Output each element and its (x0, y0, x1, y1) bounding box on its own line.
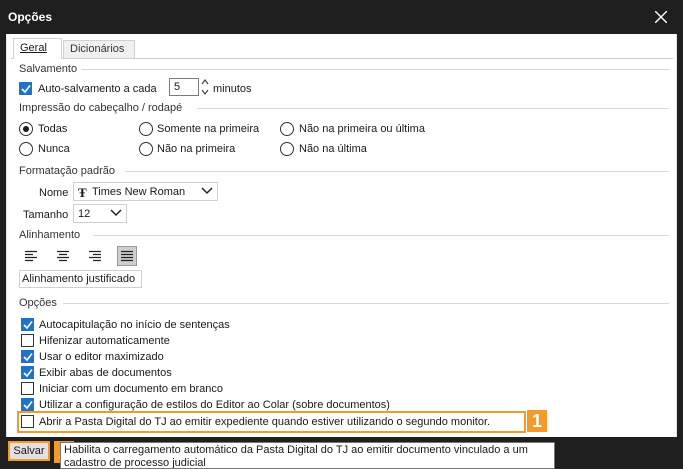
save-button[interactable]: Salvar (8, 441, 50, 461)
option-checkbox-estilos-colar[interactable] (21, 398, 34, 411)
spin-up-icon (201, 79, 209, 85)
section-opcoes: Opções (19, 297, 669, 309)
align-left-button[interactable] (21, 246, 41, 266)
radio-somente-primeira[interactable] (139, 122, 153, 136)
radio-nao-primeira-ultima-label: Não na primeira ou última (299, 123, 425, 135)
option-label: Utilizar a configuração de estilos do Ed… (39, 399, 390, 411)
font-size-select[interactable]: 12 (73, 204, 127, 223)
option-checkbox-documento-branco[interactable] (21, 382, 34, 395)
window-title: Opções (8, 10, 53, 24)
radio-todas-label: Todas (38, 123, 68, 135)
spin-down-icon (201, 89, 209, 95)
section-divider (197, 108, 669, 109)
check-icon (23, 369, 33, 378)
section-divider (125, 171, 669, 172)
check-icon (23, 353, 33, 362)
radio-nao-ultima[interactable] (280, 142, 294, 156)
radio-nunca-label: Nunca (38, 143, 70, 155)
tab-divider (11, 58, 673, 59)
option-label: Hifenizar automaticamente (39, 335, 170, 347)
section-alinhamento: Alinhamento (19, 229, 669, 241)
align-justify-icon (121, 250, 133, 262)
section-impressao: Impressão do cabeçalho / rodapé (19, 102, 669, 114)
tab-geral[interactable]: Geral (13, 38, 62, 59)
font-size-label: Tamanho (23, 209, 69, 221)
radio-todas[interactable] (19, 122, 33, 136)
option-checkbox-autocapitulacao[interactable] (21, 318, 34, 331)
option-label: Autocapitulação no início de sentenças (39, 319, 230, 331)
check-icon (23, 321, 33, 330)
option-label: Usar o editor maximizado (39, 351, 164, 363)
option-checkbox-editor-maximizado[interactable] (21, 350, 34, 363)
bottom-bar: Salvar 2 Habilita o carregamento automát… (0, 437, 683, 469)
section-divider (93, 235, 669, 236)
radio-nao-primeira[interactable] (139, 142, 153, 156)
align-right-icon (89, 250, 101, 262)
autosave-stepper[interactable] (200, 77, 210, 97)
radio-nao-primeira-ultima[interactable] (280, 122, 294, 136)
close-button[interactable] (639, 0, 683, 34)
autosave-checkbox[interactable] (19, 82, 32, 95)
section-formatacao: Formatação padrão (19, 165, 669, 177)
autosave-label: Auto-salvamento a cada (38, 83, 157, 95)
radio-nao-ultima-label: Não na última (299, 143, 367, 155)
font-name-label: Nome (39, 187, 69, 199)
option-label: Abrir a Pasta Digital do TJ ao emitir ex… (39, 416, 491, 428)
align-left-icon (25, 250, 37, 262)
radio-nao-primeira-label: Não na primeira (157, 143, 236, 155)
close-icon (655, 11, 667, 23)
save-tooltip: Habilita o carregamento automático da Pa… (60, 442, 555, 469)
radio-somente-primeira-label: Somente na primeira (157, 123, 260, 135)
align-justify-button[interactable] (117, 246, 137, 266)
autosave-minutes-input[interactable]: 5 (169, 78, 199, 96)
align-right-button[interactable] (85, 246, 105, 266)
option-checkbox-abas-documentos[interactable] (21, 366, 34, 379)
section-divider (63, 303, 669, 304)
options-dialog: Geral Dicionários Salvamento Auto-salvam… (6, 34, 677, 437)
tab-dicionarios[interactable]: Dicionários (63, 40, 135, 58)
check-icon (23, 401, 33, 410)
chevron-down-icon (201, 187, 213, 195)
section-divider (81, 69, 669, 70)
option-label: Iniciar com um documento em branco (39, 383, 224, 395)
radio-nunca[interactable] (19, 142, 33, 156)
font-name-select[interactable]: Ŧ Times New Roman (73, 182, 218, 201)
alignment-tooltip: Alinhamento justificado (19, 270, 142, 288)
autosave-unit: minutos (213, 83, 252, 95)
option-label: Exibir abas de documentos (39, 367, 172, 379)
check-icon (21, 85, 31, 94)
font-type-icon: Ŧ (78, 185, 87, 200)
title-bar: Opções (0, 0, 683, 34)
align-center-icon (57, 250, 69, 262)
option-checkbox-pasta-digital[interactable] (21, 415, 34, 428)
section-salvamento: Salvamento (19, 63, 669, 75)
chevron-down-icon (110, 209, 122, 217)
option-checkbox-hifenizar[interactable] (21, 334, 34, 347)
align-center-button[interactable] (53, 246, 73, 266)
step-badge-1: 1 (527, 410, 547, 432)
